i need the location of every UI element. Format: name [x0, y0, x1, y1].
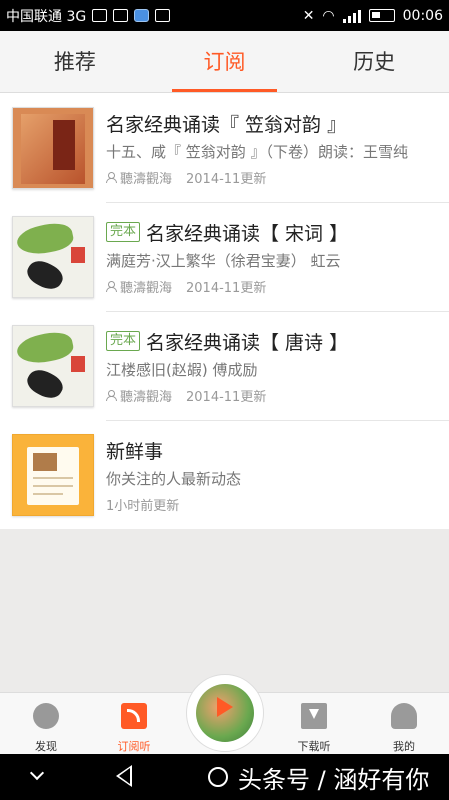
- item-author: 聽濤觀海: [120, 390, 173, 405]
- watermark: 头条号 / 涵好有你: [238, 766, 430, 794]
- tab-history[interactable]: 历史: [299, 31, 449, 92]
- book-cover-red: [12, 106, 94, 189]
- home-icon[interactable]: [208, 767, 228, 787]
- wifi-icon: ◠: [322, 7, 335, 24]
- list-item[interactable]: 完本 名家经典诵读【 宋词 】 满庭芳·汉上繁华（徐君宝妻） 虹云 聽濤觀海 2…: [0, 202, 449, 311]
- item-updated: 1小时前更新: [106, 499, 180, 514]
- item-updated: 2014-11更新: [186, 390, 267, 405]
- book-cover-fish: [12, 215, 94, 298]
- keyboard-notification-icon: [113, 9, 129, 22]
- rss-icon: [121, 703, 147, 729]
- user-icon: [106, 172, 117, 183]
- tab-recommend[interactable]: 推荐: [0, 31, 150, 92]
- item-updated: 2014-11更新: [186, 281, 267, 296]
- nav-mine[interactable]: 我的: [364, 693, 444, 755]
- item-author: 聽濤觀海: [120, 281, 173, 296]
- system-nav-bar: 头条号 / 涵好有你: [0, 754, 449, 800]
- image-notification-icon: [92, 9, 108, 22]
- nav-label: 订阅听: [117, 740, 151, 753]
- item-subtitle: 满庭芳·汉上繁华（徐君宝妻） 虹云: [106, 252, 341, 270]
- item-title: 新鲜事: [106, 440, 164, 463]
- nav-download-listen[interactable]: 下载听: [274, 693, 354, 755]
- item-title: 名家经典诵读『 笠翁对韵 』: [106, 113, 347, 136]
- complete-badge: 完本: [106, 331, 141, 351]
- chevron-down-icon[interactable]: [29, 765, 45, 781]
- carrier-label: 中国联通 3G: [6, 8, 87, 25]
- nav-label: 下载听: [297, 740, 331, 753]
- nav-discover[interactable]: 发现: [6, 693, 86, 755]
- mute-icon: ✕: [302, 7, 315, 24]
- complete-badge: 完本: [106, 222, 141, 242]
- item-subtitle: 你关注的人最新动态: [106, 470, 242, 488]
- back-icon[interactable]: [116, 765, 132, 787]
- item-author: 聽濤觀海: [120, 172, 173, 187]
- planet-icon: [33, 703, 59, 729]
- profile-icon: [391, 703, 417, 729]
- item-subtitle: 江楼感旧(赵嘏) 傅成励: [106, 361, 258, 379]
- battery-icon: [368, 9, 395, 22]
- user-icon: [106, 390, 117, 401]
- user-icon: [106, 281, 117, 292]
- sim-notification-icon: [155, 9, 171, 22]
- news-icon: [12, 433, 94, 516]
- list-item[interactable]: 新鲜事 你关注的人最新动态 1小时前更新: [0, 420, 449, 529]
- play-icon: [217, 697, 233, 717]
- item-updated: 2014-11更新: [186, 172, 267, 187]
- signal-icon: [342, 9, 361, 23]
- book-cover-fish: [12, 324, 94, 407]
- tab-subscribe[interactable]: 订阅: [150, 31, 300, 92]
- nav-label: 发现: [35, 740, 57, 753]
- top-tabs: 推荐 订阅 历史: [0, 31, 449, 93]
- list-item[interactable]: 完本 名家经典诵读【 唐诗 】 江楼感旧(赵嘏) 傅成励 聽濤觀海 2014-1…: [0, 311, 449, 420]
- alarm-notification-icon: [134, 9, 150, 22]
- nav-label: 我的: [393, 740, 415, 753]
- subscription-list: 名家经典诵读『 笠翁对韵 』 十五、咸『 笠翁对韵 』（下卷）朗读：王雪纯 聽濤…: [0, 93, 449, 529]
- item-subtitle: 十五、咸『 笠翁对韵 』（下卷）朗读：王雪纯: [106, 143, 409, 161]
- status-bar: 中国联通 3G ✕ ◠ 00:06: [0, 0, 449, 31]
- now-playing-button[interactable]: [186, 674, 264, 752]
- status-time: 00:06: [402, 7, 443, 24]
- nav-subscribe-listen[interactable]: 订阅听: [94, 693, 174, 755]
- list-item[interactable]: 名家经典诵读『 笠翁对韵 』 十五、咸『 笠翁对韵 』（下卷）朗读：王雪纯 聽濤…: [0, 93, 449, 202]
- item-title: 名家经典诵读【 唐诗 】: [146, 331, 349, 354]
- item-title: 名家经典诵读【 宋词 】: [146, 222, 349, 245]
- download-icon: [301, 703, 327, 729]
